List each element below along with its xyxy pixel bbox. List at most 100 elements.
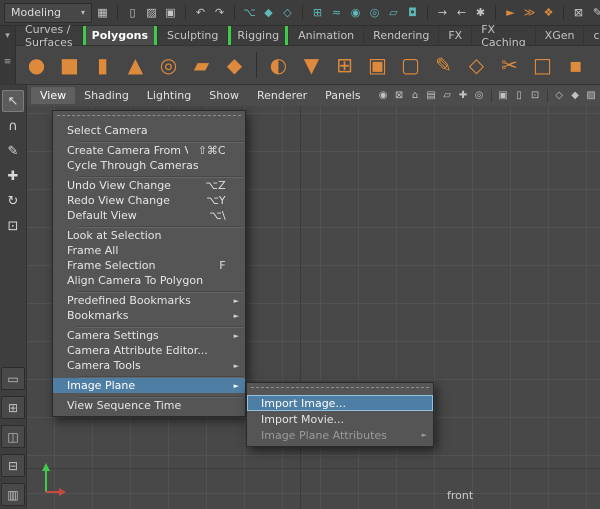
poly-pyramid-icon[interactable]: ▼ xyxy=(297,51,326,80)
menu-item[interactable]: Import Movie... ► xyxy=(247,411,433,427)
boolean-icon[interactable]: ⊞ xyxy=(330,51,359,80)
panel-menu-item[interactable]: Renderer xyxy=(248,87,316,104)
scale-tool[interactable]: ⊡ xyxy=(2,215,24,237)
menu-tearoff[interactable] xyxy=(251,387,429,391)
shelf-tab[interactable]: Animation xyxy=(289,26,364,45)
lock-camera-icon[interactable]: ⊠ xyxy=(392,88,407,103)
construction-history-icon[interactable]: ✱ xyxy=(472,4,489,21)
layout-two-pane-stacked-button[interactable]: ⊟ xyxy=(1,454,25,477)
poly-cone-icon[interactable]: ▲ xyxy=(121,51,150,80)
shelf-tab[interactable]: cy xyxy=(584,26,600,45)
menu-item[interactable]: Image Plane Attributes ► xyxy=(247,427,433,443)
snap-point-icon[interactable]: ◉ xyxy=(347,4,364,21)
menu-item[interactable]: Bookmarks ► xyxy=(53,308,245,323)
menu-item[interactable]: Align Camera To Polygon ► xyxy=(53,273,245,288)
two-d-pan-zoom-icon[interactable]: ✚ xyxy=(456,88,471,103)
textured-icon[interactable]: ▨ xyxy=(584,88,599,103)
save-scene-icon[interactable]: ▣ xyxy=(162,4,179,21)
redo-icon[interactable]: ↷ xyxy=(211,4,228,21)
menu-item[interactable]: Camera Attribute Editor... ► xyxy=(53,343,245,358)
multi-cut-icon[interactable]: ✂ xyxy=(495,51,524,80)
poly-plane-icon[interactable]: ▰ xyxy=(187,51,216,80)
lasso-tool[interactable]: ∩ xyxy=(2,115,24,137)
make-live-icon[interactable]: ◘ xyxy=(404,4,421,21)
workspace-icon[interactable]: ▦ xyxy=(94,4,111,21)
shelf-tab[interactable]: FX Caching xyxy=(472,26,535,45)
render-frame-icon[interactable]: ► xyxy=(502,4,519,21)
menu-tearoff[interactable] xyxy=(57,115,241,119)
select-component-icon[interactable]: ◇ xyxy=(279,4,296,21)
undo-icon[interactable]: ↶ xyxy=(192,4,209,21)
panel-menu-item[interactable]: Panels xyxy=(316,87,369,104)
menu-item[interactable]: View Sequence Time ► xyxy=(53,398,245,413)
layout-four-pane-button[interactable]: ⊞ xyxy=(1,396,25,419)
select-object-icon[interactable]: ◆ xyxy=(260,4,277,21)
menu-item[interactable]: Default View ⌥\ ► xyxy=(53,208,245,223)
menu-item[interactable]: Camera Settings ► xyxy=(53,328,245,343)
panel-menu-item[interactable]: View xyxy=(31,87,75,104)
bevel-icon[interactable]: ▪ xyxy=(561,51,590,80)
menu-item[interactable]: Frame Selection F ► xyxy=(53,258,245,273)
panel-menu-item[interactable]: Shading xyxy=(75,87,138,104)
shelf-tab[interactable]: Curves / Surfaces xyxy=(16,26,83,45)
select-camera-icon[interactable]: ◉ xyxy=(376,88,391,103)
shelf-tab[interactable]: Rendering xyxy=(364,26,439,45)
poly-cylinder-icon[interactable]: ▮ xyxy=(88,51,117,80)
render-settings-icon[interactable]: ❖ xyxy=(540,4,557,21)
combine-icon[interactable]: ▣ xyxy=(363,51,392,80)
poly-torus-icon[interactable]: ◎ xyxy=(154,51,183,80)
new-scene-icon[interactable]: ▯ xyxy=(124,4,141,21)
menu-item[interactable]: Frame All ► xyxy=(53,243,245,258)
resolution-gate-icon[interactable]: ⊡ xyxy=(528,88,543,103)
menu-item[interactable]: Cycle Through Cameras ► xyxy=(53,158,245,173)
rotate-tool[interactable]: ↻ xyxy=(2,190,24,212)
paint-select-tool[interactable]: ✎ xyxy=(2,140,24,162)
menu-item[interactable]: Undo View Change ⌥Z ► xyxy=(53,178,245,193)
panel-menu-item[interactable]: Lighting xyxy=(138,87,200,104)
output-connections-icon[interactable]: ← xyxy=(453,4,470,21)
poly-cube-icon[interactable]: ■ xyxy=(55,51,84,80)
snap-center-icon[interactable]: ◎ xyxy=(366,4,383,21)
gate-mask-icon[interactable]: ▣ xyxy=(496,88,511,103)
camera-attributes-icon[interactable]: ⌂ xyxy=(408,88,423,103)
oversampling-icon[interactable]: ◎ xyxy=(472,88,487,103)
shelf-tab-toggle-icon[interactable]: ▾ xyxy=(2,30,14,42)
film-gate-icon[interactable]: ▯ xyxy=(512,88,527,103)
shelf-tab[interactable]: XGen xyxy=(536,26,585,45)
shelf-menu-icon[interactable]: ≡ xyxy=(2,56,14,68)
poly-sphere-icon[interactable]: ● xyxy=(22,51,51,80)
layout-single-pane-button[interactable]: ▭ xyxy=(1,367,25,390)
create-polygon-icon[interactable]: ✎ xyxy=(429,51,458,80)
quad-draw-icon[interactable]: ◇ xyxy=(462,51,491,80)
select-tool[interactable]: ↖ xyxy=(2,90,24,112)
bookmarks-icon[interactable]: ▤ xyxy=(424,88,439,103)
menu-item[interactable]: Look at Selection ► xyxy=(53,228,245,243)
snap-grid-icon[interactable]: ⊞ xyxy=(309,4,326,21)
lock-icon[interactable]: ⊠ xyxy=(570,4,587,21)
paint-effects-icon[interactable]: ✎ xyxy=(589,4,600,21)
open-scene-icon[interactable]: ▨ xyxy=(143,4,160,21)
sculpt-tool-icon[interactable]: ◐ xyxy=(264,51,293,80)
ipr-render-icon[interactable]: ≫ xyxy=(521,4,538,21)
menu-item[interactable]: Import Image... ► xyxy=(247,395,433,411)
menu-item[interactable]: Redo View Change ⌥Y ► xyxy=(53,193,245,208)
smooth-icon[interactable]: □ xyxy=(528,51,557,80)
menu-item[interactable]: Camera Tools ► xyxy=(53,358,245,373)
poly-platonic-icon[interactable]: ◆ xyxy=(220,51,249,80)
wireframe-icon[interactable]: ◇ xyxy=(552,88,567,103)
shelf-tab[interactable]: Rigging xyxy=(228,26,289,45)
shelf-tab[interactable]: Polygons xyxy=(83,26,158,45)
shaded-icon[interactable]: ◆ xyxy=(568,88,583,103)
menu-item[interactable]: Select Camera ► xyxy=(53,123,245,138)
menu-item[interactable]: Create Camera From View ⇧⌘C ► xyxy=(53,143,245,158)
shelf-tab[interactable]: Sculpting xyxy=(158,26,228,45)
layout-two-pane-side-button[interactable]: ◫ xyxy=(1,425,25,448)
select-hierarchy-icon[interactable]: ⌥ xyxy=(241,4,258,21)
image-plane-icon[interactable]: ▱ xyxy=(440,88,455,103)
layout-outliner-button[interactable]: ▥ xyxy=(1,483,25,506)
menu-item[interactable]: Predefined Bookmarks ► xyxy=(53,293,245,308)
shelf-tab[interactable]: FX xyxy=(439,26,472,45)
menu-set-selector[interactable]: Modeling ▾ xyxy=(4,3,92,23)
menu-item[interactable]: Image Plane ► xyxy=(53,378,245,393)
snap-curve-icon[interactable]: ≈ xyxy=(328,4,345,21)
